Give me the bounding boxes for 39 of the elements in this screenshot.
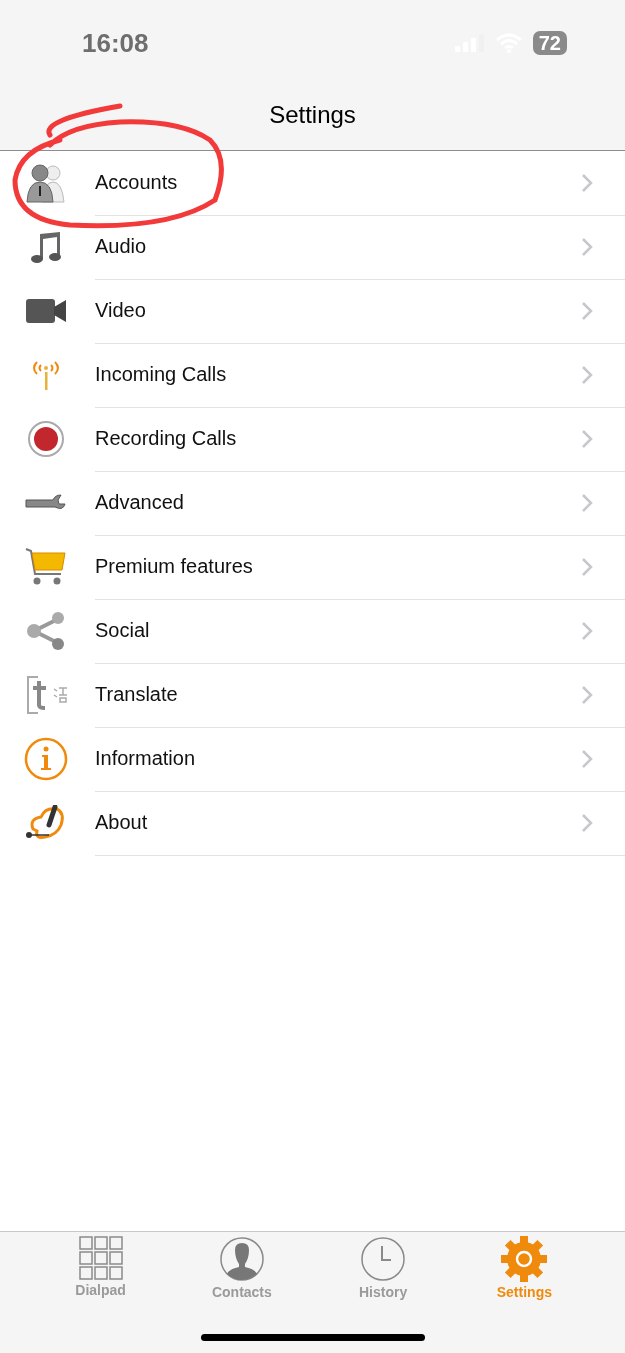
chevron-icon	[581, 172, 593, 193]
chevron-icon	[581, 556, 593, 577]
share-icon	[25, 611, 66, 651]
translate-icon	[24, 675, 67, 715]
video-camera-icon	[25, 298, 66, 324]
settings-row[interactable]: Premium features	[0, 535, 625, 599]
chevron-icon	[581, 620, 593, 641]
info-icon	[23, 737, 68, 781]
wrench-icon	[24, 494, 67, 512]
music-note-icon	[28, 230, 63, 264]
battery-level: 72	[532, 31, 567, 55]
settings-row[interactable]: Accounts	[0, 151, 625, 215]
settings-row[interactable]: Recording Calls	[0, 407, 625, 471]
settings-row[interactable]: Advanced	[0, 471, 625, 535]
settings-row[interactable]: Audio	[0, 215, 625, 279]
settings-row[interactable]: Social	[0, 599, 625, 663]
people-icon	[23, 162, 68, 204]
shopping-cart-icon	[24, 548, 67, 586]
chevron-icon	[581, 364, 593, 385]
settings-row[interactable]: About	[0, 791, 625, 855]
chevron-icon	[581, 748, 593, 769]
chevron-icon	[581, 428, 593, 449]
chevron-icon	[581, 684, 593, 705]
settings-row[interactable]: Translate	[0, 663, 625, 727]
status-time: 16:08	[82, 27, 149, 59]
headset-logo-icon	[24, 805, 67, 841]
clock-icon	[360, 1236, 407, 1282]
record-icon	[26, 420, 65, 458]
screen-title: Settings	[269, 101, 356, 129]
settings-row[interactable]: Incoming Calls	[0, 343, 625, 407]
contact-avatar-icon	[218, 1236, 265, 1282]
chevron-icon	[581, 236, 593, 257]
settings-row[interactable]: Information	[0, 727, 625, 791]
chevron-icon	[581, 492, 593, 513]
chevron-icon	[581, 812, 593, 833]
keypad-icon	[78, 1236, 123, 1280]
settings-row[interactable]: Video	[0, 279, 625, 343]
chevron-icon	[581, 300, 593, 321]
gear-icon	[501, 1236, 548, 1282]
